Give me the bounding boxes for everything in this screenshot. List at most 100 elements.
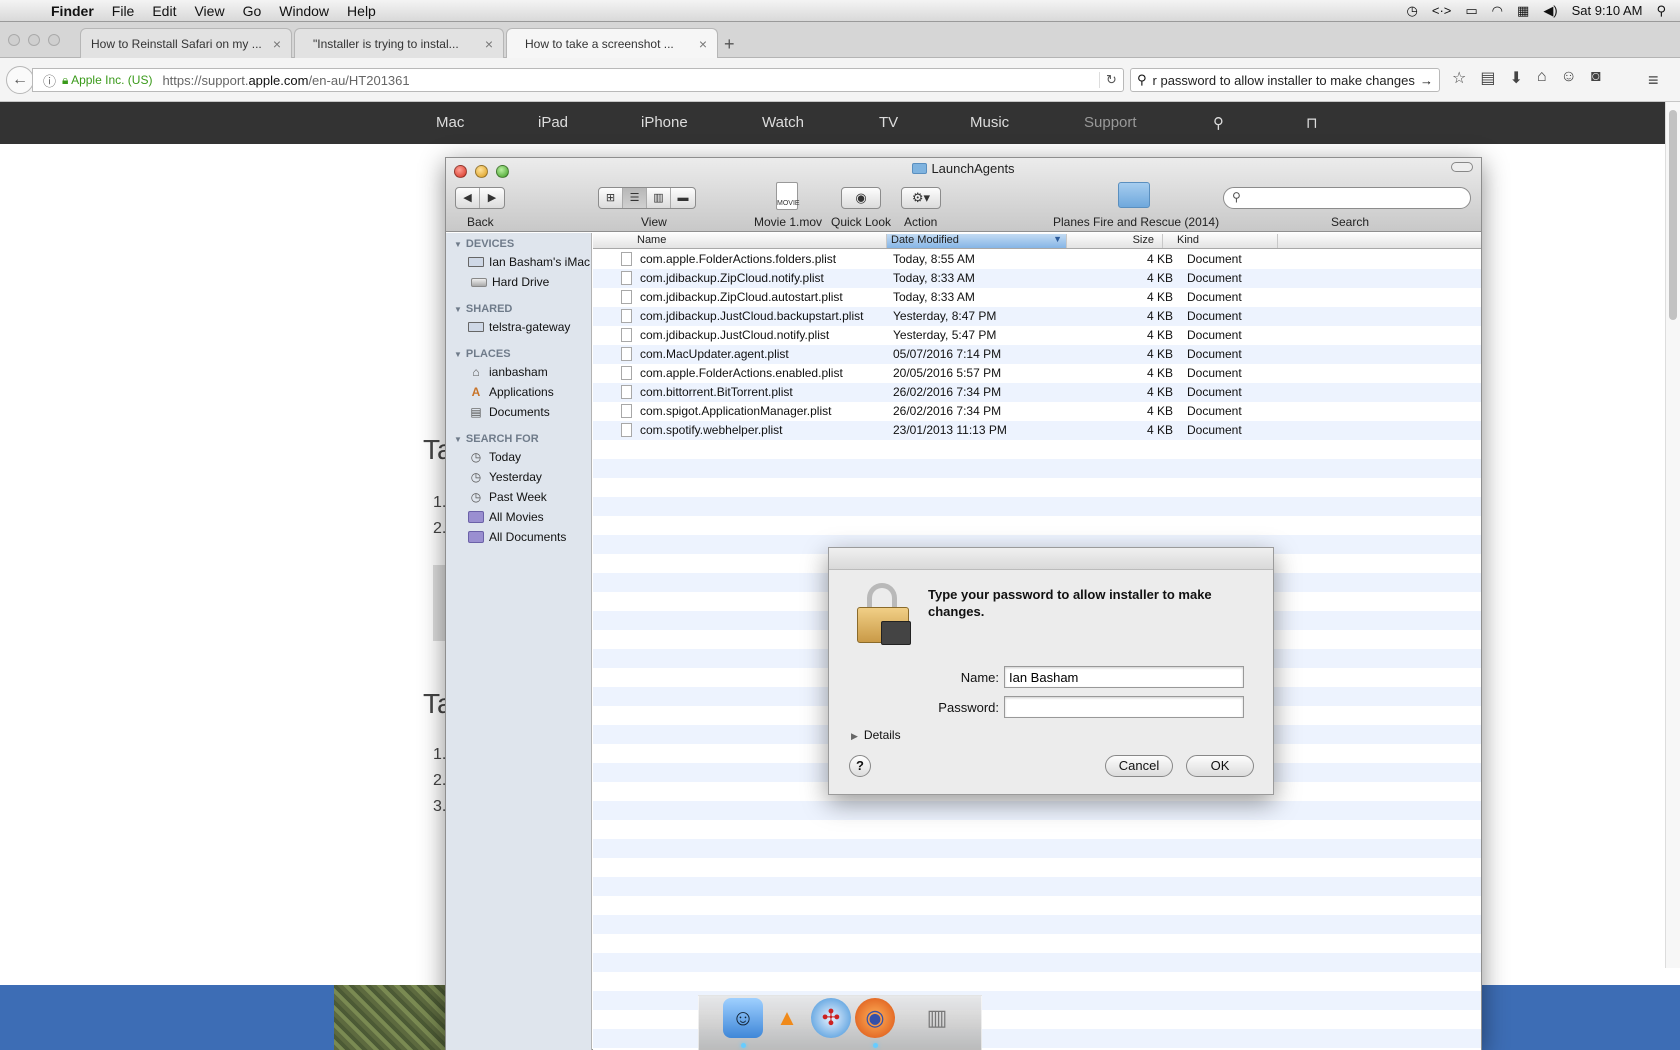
name-field[interactable]	[1004, 666, 1244, 688]
file-row[interactable]: com.jdibackup.ZipCloud.notify.plist Today…	[593, 269, 1481, 288]
sidebar-item-home[interactable]: ⌂ ianbasham	[468, 365, 547, 379]
site-identity[interactable]: 🔒︎ Apple Inc. (US)	[62, 73, 152, 88]
nav-mac[interactable]: Mac	[436, 114, 464, 131]
movie-file-label[interactable]: Movie 1.mov	[754, 215, 822, 229]
sidebar-item-today[interactable]: ◷ Today	[468, 450, 521, 464]
window-zoom-button[interactable]	[48, 34, 60, 46]
chat-icon[interactable]: ☺	[1561, 68, 1577, 88]
cancel-button[interactable]: Cancel	[1105, 755, 1173, 777]
spotlight-icon[interactable]: ⚲	[1656, 3, 1666, 19]
home-icon[interactable]: ⌂	[1537, 68, 1547, 88]
disclosure-triangle-icon[interactable]: ▼	[454, 305, 462, 314]
password-field[interactable]	[1004, 696, 1244, 718]
sidebar-item-applications[interactable]: A Applications	[468, 385, 554, 399]
trash-dock-icon[interactable]: ▥	[917, 998, 957, 1038]
tab-close-icon[interactable]: ×	[485, 36, 493, 52]
menu-view[interactable]: View	[185, 3, 233, 19]
nav-watch[interactable]: Watch	[762, 114, 804, 131]
info-icon[interactable]: ⓘ	[43, 71, 56, 90]
sidebar-item-all-movies[interactable]: All Movies	[468, 510, 544, 524]
list-view-icon[interactable]: ☰	[623, 188, 647, 208]
disclosure-triangle-icon[interactable]: ▶	[851, 731, 858, 741]
back-arrow-icon[interactable]: ◀	[456, 188, 480, 208]
sidebar-header-places[interactable]: ▼ PLACES	[454, 348, 511, 360]
file-row[interactable]: com.spigot.ApplicationManager.plist 26/02…	[593, 402, 1481, 421]
nav-iphone[interactable]: iPhone	[641, 114, 688, 131]
disclosure-triangle-icon[interactable]: ▼	[454, 435, 462, 444]
clock[interactable]: Sat 9:10 AM	[1572, 3, 1643, 18]
column-header-name[interactable]: Name	[633, 234, 887, 248]
toolbar-toggle-button[interactable]	[1451, 162, 1473, 172]
file-row[interactable]: com.bittorrent.BitTorrent.plist 26/02/201…	[593, 383, 1481, 402]
tab-screenshot-howto[interactable]: How to take a screenshot ... ×	[506, 28, 718, 58]
menu-edit[interactable]: Edit	[143, 3, 185, 19]
menu-icon[interactable]: ≡	[1648, 70, 1659, 91]
tab-installer-question[interactable]: "Installer is trying to instal... ×	[294, 28, 504, 58]
nav-support[interactable]: Support	[1084, 114, 1137, 131]
nav-ipad[interactable]: iPad	[538, 114, 568, 131]
tab-reinstall-safari[interactable]: How to Reinstall Safari on my ... ×	[80, 28, 292, 58]
file-row[interactable]: com.jdibackup.JustCloud.notify.plist Yest…	[593, 326, 1481, 345]
sidebar-item-hard-drive[interactable]: Hard Drive	[471, 275, 549, 289]
file-row[interactable]: com.MacUpdater.agent.plist 05/07/2016 7:1…	[593, 345, 1481, 364]
sidebar-header-devices[interactable]: ▼ DEVICES	[454, 238, 514, 250]
input-source-icon[interactable]: ▦	[1517, 3, 1529, 19]
search-go-icon[interactable]: →	[1420, 73, 1433, 88]
sidebar-item-past-week[interactable]: ◷ Past Week	[468, 490, 547, 504]
reload-icon[interactable]: ↻	[1099, 72, 1123, 88]
finder-search-input[interactable]: ⚲	[1223, 187, 1471, 209]
url-bar[interactable]: ⓘ 🔒︎ Apple Inc. (US) https://support.app…	[32, 68, 1124, 92]
folder-shortcut-label[interactable]: Planes Fire and Rescue (2014)	[1053, 215, 1219, 229]
page-scroll-thumb[interactable]	[1669, 110, 1677, 320]
sidebar-header-shared[interactable]: ▼ SHARED	[454, 303, 512, 315]
firefox-dock-icon[interactable]: ◉	[855, 998, 895, 1038]
file-row[interactable]: com.apple.FolderActions.enabled.plist 20/…	[593, 364, 1481, 383]
finder-dock-icon[interactable]: ☺	[723, 998, 763, 1038]
bookmark-star-icon[interactable]: ☆	[1452, 68, 1466, 88]
disclosure-triangle-icon[interactable]: ▼	[454, 240, 462, 249]
tab-close-icon[interactable]: ×	[273, 36, 281, 52]
site-search-icon[interactable]: ⚲	[1213, 114, 1224, 132]
file-row[interactable]: com.spotify.webhelper.plist 23/01/2013 11…	[593, 421, 1481, 440]
column-header-size[interactable]: Size	[1067, 234, 1163, 248]
sidebar-item-yesterday[interactable]: ◷ Yesterday	[468, 470, 542, 484]
column-view-icon[interactable]: ▥	[647, 188, 671, 208]
menu-finder[interactable]: Finder	[42, 3, 103, 19]
window-minimize-button[interactable]	[28, 34, 40, 46]
movie-file-icon[interactable]: MOVIE	[776, 182, 800, 210]
help-button[interactable]: ?	[849, 755, 871, 777]
search-query[interactable]: r password to allow installer to make ch…	[1153, 73, 1420, 88]
sidebar-header-search-for[interactable]: ▼ SEARCH FOR	[454, 433, 539, 445]
action-button[interactable]: ⚙▾	[901, 187, 941, 209]
tab-close-icon[interactable]: ×	[699, 36, 707, 52]
sidebar-item-telstra-gateway[interactable]: telstra-gateway	[468, 320, 570, 334]
coverflow-view-icon[interactable]: ▬	[671, 188, 695, 208]
window-close-button[interactable]	[8, 34, 20, 46]
display-icon[interactable]: ▭	[1465, 3, 1477, 19]
file-row[interactable]: com.jdibackup.ZipCloud.autostart.plist To…	[593, 288, 1481, 307]
nav-tv[interactable]: TV	[879, 114, 898, 131]
shopping-bag-icon[interactable]: ⊓	[1306, 114, 1318, 132]
wifi-icon[interactable]: ◠	[1492, 3, 1503, 19]
download-icon[interactable]: ⬇	[1509, 68, 1522, 88]
safari-dock-icon[interactable]: ✣	[811, 998, 851, 1038]
icon-view-icon[interactable]: ⊞	[599, 188, 623, 208]
volume-icon[interactable]: ◀)	[1543, 3, 1557, 19]
page-scrollbar[interactable]	[1665, 102, 1680, 968]
menu-window[interactable]: Window	[270, 3, 338, 19]
column-header-kind[interactable]: Kind	[1163, 234, 1278, 248]
sidebar-item-documents[interactable]: ▤ Documents	[468, 405, 549, 419]
time-machine-icon[interactable]: ◷	[1407, 3, 1418, 19]
url-text[interactable]: https://support.apple.com/en-au/HT201361	[162, 73, 1099, 88]
menu-go[interactable]: Go	[234, 3, 271, 19]
code-icon[interactable]: <·>	[1432, 3, 1452, 18]
back-button[interactable]: ←	[6, 66, 34, 94]
forward-arrow-icon[interactable]: ▶	[480, 188, 504, 208]
library-icon[interactable]: ▤	[1480, 68, 1495, 88]
ok-button[interactable]: OK	[1186, 755, 1254, 777]
nav-music[interactable]: Music	[970, 114, 1009, 131]
file-row[interactable]: com.jdibackup.JustCloud.backupstart.plis…	[593, 307, 1481, 326]
vlc-dock-icon[interactable]: ▲	[767, 998, 807, 1038]
column-header-date-modified[interactable]: Date Modified ▼	[887, 234, 1067, 248]
folder-shortcut-icon[interactable]	[1118, 182, 1150, 208]
